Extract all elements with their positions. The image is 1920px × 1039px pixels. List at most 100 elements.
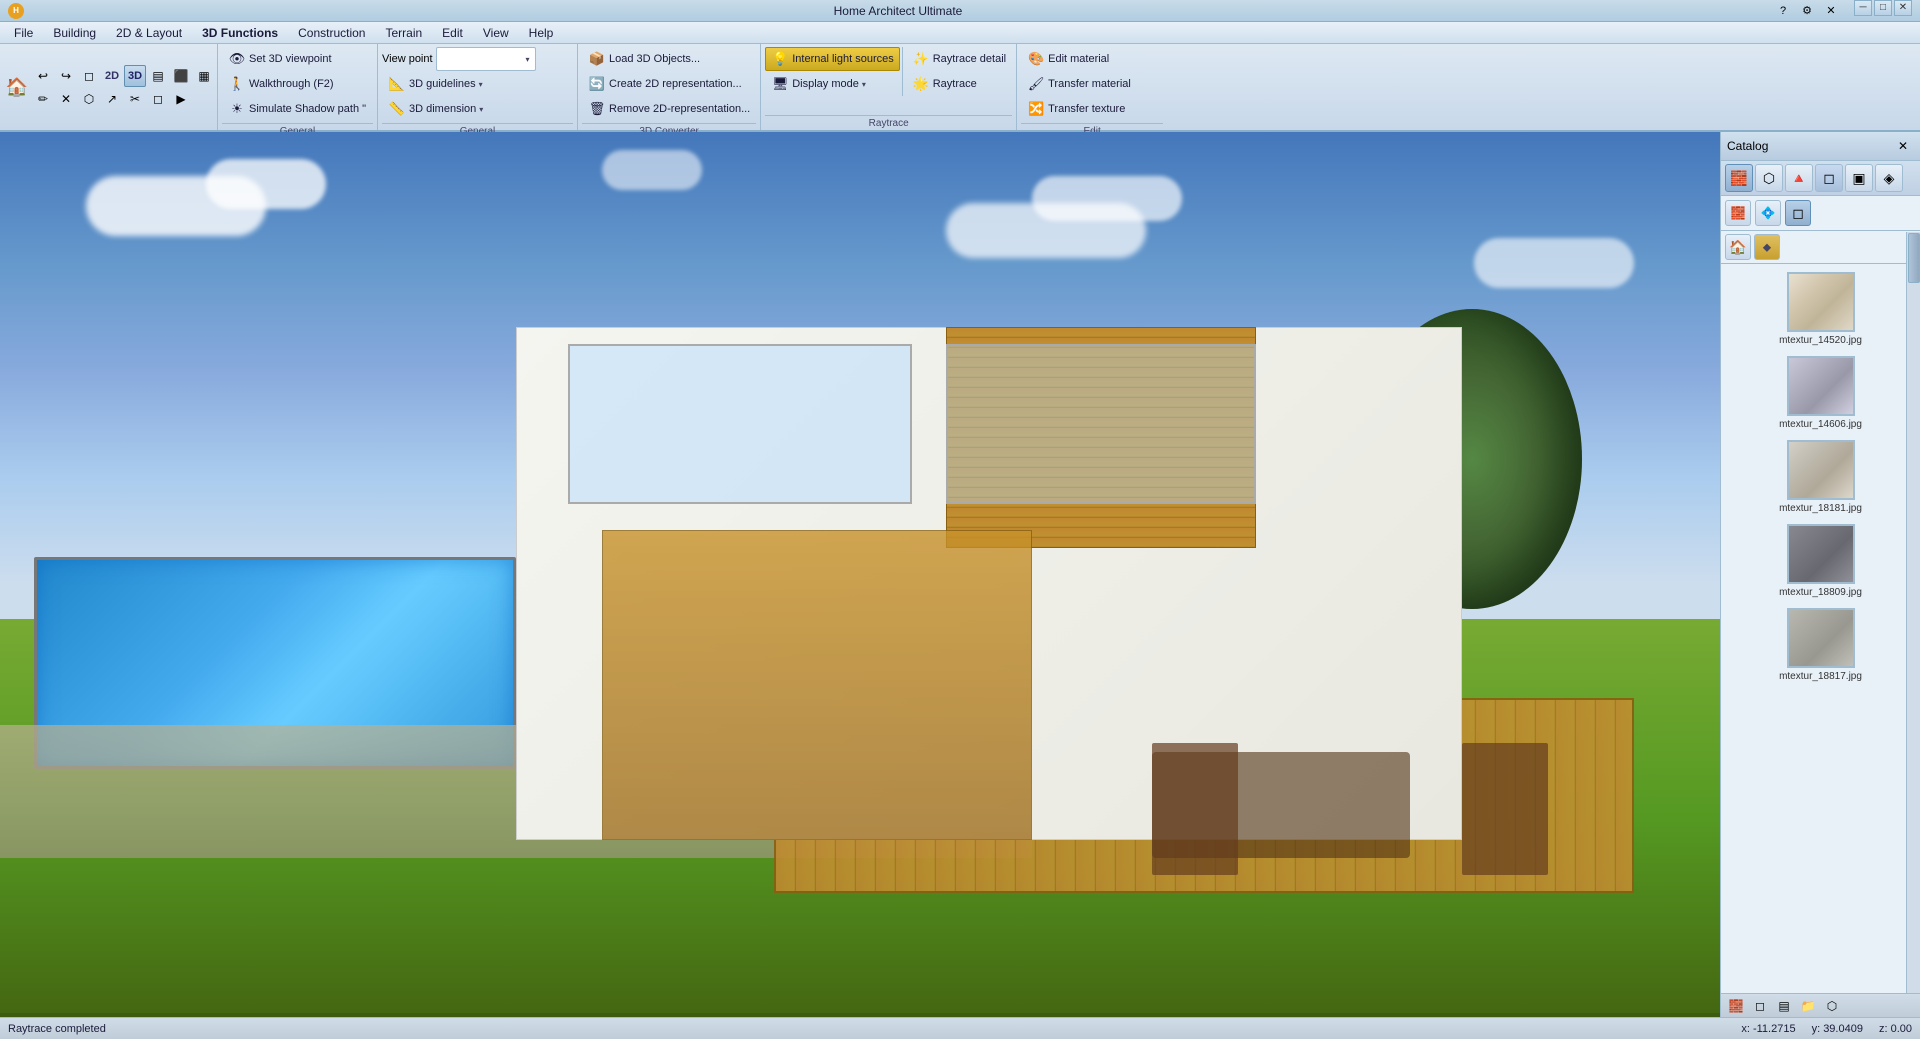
- viewpoint-arrow: ▾: [526, 55, 530, 64]
- window-controls: ? ⚙ ✕ ─ □ ✕: [1772, 0, 1912, 22]
- catalog-nav-diamond[interactable]: 💠: [1755, 200, 1781, 226]
- status-message: Raytrace completed: [8, 1023, 106, 1035]
- home-icon-btn[interactable]: 🏠: [2, 72, 32, 102]
- catalog-footer-btn5[interactable]: ⬡: [1821, 995, 1843, 1017]
- viewpoint-group: View point ▾ 📐 3D guidelines ▾ 📏 3D dime…: [378, 44, 578, 130]
- menu-3d-functions[interactable]: 3D Functions: [192, 22, 288, 43]
- hex-btn[interactable]: ⬡: [78, 88, 100, 110]
- catalog-scroll-thumb[interactable]: [1908, 233, 1920, 283]
- catalog-scrollbar[interactable]: [1906, 232, 1920, 993]
- catalog-tab-2[interactable]: ⬡: [1755, 164, 1783, 192]
- simulate-shadow-btn[interactable]: ☀ Simulate Shadow path ": [222, 97, 372, 121]
- walkthrough-btn[interactable]: 🚶 Walkthrough (F2): [222, 72, 340, 96]
- grid-btn[interactable]: ▤: [147, 65, 169, 87]
- cut-btn[interactable]: ✂: [124, 88, 146, 110]
- raytrace-btn[interactable]: 🌟 Raytrace: [906, 72, 983, 96]
- viewpoint-dropdown[interactable]: ▾: [436, 47, 536, 71]
- catalog-nav-texture[interactable]: ◻: [1785, 200, 1811, 226]
- internal-light-btn[interactable]: 💡 Internal light sources: [765, 47, 900, 71]
- catalog-panel: Catalog ✕ 🧱 ⬡ 🔺 ◻ ▣ ◈ 🧱 💠 ◻ 🏠 ⬥ ...: [1720, 132, 1920, 1017]
- texture-label-14606: mtextur_14606.jpg: [1779, 419, 1862, 430]
- catalog-sub-nav: 🏠 ⬥ ...: [1721, 231, 1920, 264]
- title-bar-left: H: [8, 3, 24, 19]
- copy-btn[interactable]: ◻: [147, 88, 169, 110]
- raytrace-detail-icon: ✨: [912, 50, 930, 68]
- furniture-planter1: [1462, 743, 1548, 876]
- dimension-3d-btn[interactable]: 📏 3D dimension ▾: [382, 97, 489, 121]
- menu-terrain[interactable]: Terrain: [375, 22, 432, 43]
- edit-group: 🎨 Edit material 🖌 Transfer material 🔀 Tr…: [1017, 44, 1167, 130]
- close-button[interactable]: ✕: [1894, 0, 1912, 16]
- catalog-title: Catalog: [1727, 139, 1768, 153]
- play-btn[interactable]: ▶: [170, 88, 192, 110]
- catalog-diamond-btn[interactable]: ⬥: [1754, 234, 1780, 260]
- texture-thumb-18809: [1787, 524, 1855, 584]
- catalog-tab-3[interactable]: 🔺: [1785, 164, 1813, 192]
- arrow-btn[interactable]: ↗: [101, 88, 123, 110]
- viewpoint-icon: 👁: [228, 50, 246, 68]
- catalog-nav-back[interactable]: 🧱: [1725, 200, 1751, 226]
- edit-material-icon: 🎨: [1027, 50, 1045, 68]
- fill-btn[interactable]: ⬛: [170, 65, 192, 87]
- guidelines-icon: 📐: [388, 75, 406, 93]
- new-btn[interactable]: ◻: [78, 65, 100, 87]
- raytrace-label: Raytrace: [765, 115, 1012, 130]
- texture-label-18181: mtextur_18181.jpg: [1779, 503, 1862, 514]
- raytrace-detail-btn[interactable]: ✨ Raytrace detail: [906, 47, 1012, 71]
- texture-item-3[interactable]: mtextur_18181.jpg: [1779, 440, 1862, 514]
- minimize-button[interactable]: ─: [1854, 0, 1872, 16]
- menu-help[interactable]: Help: [519, 22, 564, 43]
- dimension-icon: 📏: [388, 100, 406, 118]
- texture-item-5[interactable]: mtextur_18817.jpg: [1779, 608, 1862, 682]
- help-button[interactable]: ?: [1772, 0, 1794, 22]
- catalog-footer-btn4[interactable]: 📁: [1797, 995, 1819, 1017]
- catalog-close-btn[interactable]: ✕: [1892, 135, 1914, 157]
- staircase: [602, 530, 1032, 840]
- catalog-tab-4[interactable]: ◻: [1815, 164, 1843, 192]
- transfer-texture-btn[interactable]: 🔀 Transfer texture: [1021, 97, 1131, 121]
- menu-file[interactable]: File: [4, 22, 43, 43]
- transfer-material-btn[interactable]: 🖌 Transfer material: [1021, 72, 1137, 96]
- catalog-footer-btn3[interactable]: ▤: [1773, 995, 1795, 1017]
- display-mode-icon: 🖥: [771, 75, 789, 93]
- catalog-footer-btn2[interactable]: ◻: [1749, 995, 1771, 1017]
- menu-view[interactable]: View: [473, 22, 519, 43]
- settings-button[interactable]: ⚙: [1796, 0, 1818, 22]
- load-3d-icon: 📦: [588, 50, 606, 68]
- viewport-3d[interactable]: [0, 132, 1720, 1017]
- texture-item-2[interactable]: mtextur_14606.jpg: [1779, 356, 1862, 430]
- catalog-tab-1[interactable]: 🧱: [1725, 164, 1753, 192]
- menu-building[interactable]: Building: [43, 22, 106, 43]
- texture-item-1[interactable]: mtextur_14520.jpg: [1779, 272, 1862, 346]
- texture-item-4[interactable]: mtextur_18809.jpg: [1779, 524, 1862, 598]
- load-3d-btn[interactable]: 📦 Load 3D Objects...: [582, 47, 706, 71]
- guidelines-3d-btn[interactable]: 📐 3D guidelines ▾: [382, 72, 489, 96]
- edit-material-btn[interactable]: 🎨 Edit material: [1021, 47, 1115, 71]
- main-area: Catalog ✕ 🧱 ⬡ 🔺 ◻ ▣ ◈ 🧱 💠 ◻ 🏠 ⬥ ...: [0, 132, 1920, 1017]
- create-2d-btn[interactable]: 🔄 Create 2D representation...: [582, 72, 748, 96]
- catalog-tab-5[interactable]: ▣: [1845, 164, 1873, 192]
- catalog-tabs-row1: 🧱 ⬡ 🔺 ◻ ▣ ◈: [1721, 161, 1920, 196]
- close-right-button[interactable]: ✕: [1820, 0, 1842, 22]
- delete-btn[interactable]: ✕: [55, 88, 77, 110]
- menu-2d-layout[interactable]: 2D & Layout: [106, 22, 192, 43]
- 2d-btn[interactable]: 2D: [101, 65, 123, 87]
- catalog-home-btn[interactable]: 🏠: [1725, 234, 1751, 260]
- redo-btn[interactable]: ↪: [55, 65, 77, 87]
- set-3d-viewpoint-btn[interactable]: 👁 Set 3D viewpoint: [222, 47, 338, 71]
- catalog-footer-btn1[interactable]: 🧱: [1725, 995, 1747, 1017]
- display-mode-btn[interactable]: 🖥 Display mode ▾: [765, 72, 872, 96]
- texture-label-18817: mtextur_18817.jpg: [1779, 671, 1862, 682]
- house-window-upper-center: [946, 344, 1256, 503]
- menu-construction[interactable]: Construction: [288, 22, 375, 43]
- 3d-btn[interactable]: 3D: [124, 65, 146, 87]
- status-bar: Raytrace completed x: -11.2715 y: 39.040…: [0, 1017, 1920, 1039]
- viewport-bottom-edge: [0, 1013, 1720, 1017]
- restore-button[interactable]: □: [1874, 0, 1892, 16]
- pattern-btn[interactable]: ▦: [193, 65, 215, 87]
- undo-btn[interactable]: ↩: [32, 65, 54, 87]
- remove-2d-btn[interactable]: 🗑 Remove 2D-representation...: [582, 97, 756, 121]
- draw-btn[interactable]: ✏: [32, 88, 54, 110]
- menu-edit[interactable]: Edit: [432, 22, 473, 43]
- catalog-tab-6[interactable]: ◈: [1875, 164, 1903, 192]
